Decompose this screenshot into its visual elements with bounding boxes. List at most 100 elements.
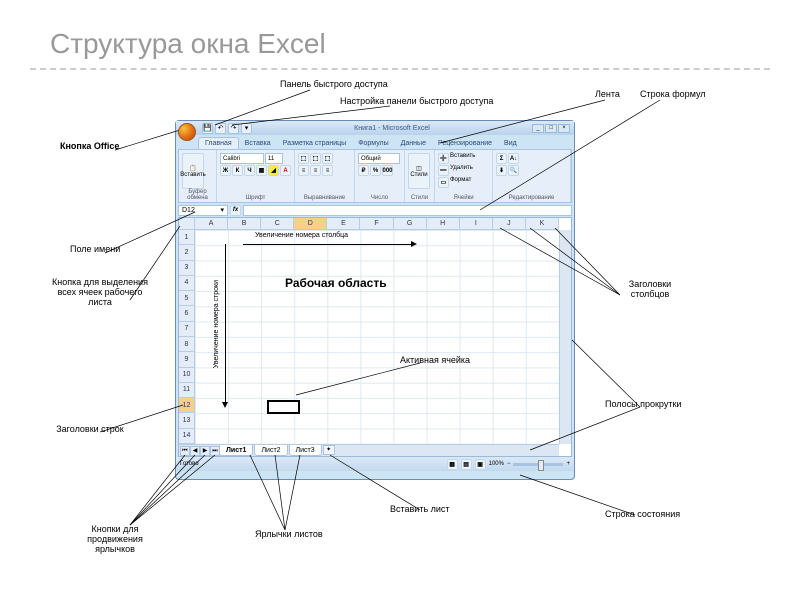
align-right[interactable]: ≡: [322, 165, 333, 176]
cells-area[interactable]: Рабочая область Увеличение номера столбц…: [195, 230, 559, 444]
col-increase-arrow: [243, 244, 413, 245]
formula-bar[interactable]: [243, 205, 572, 216]
view-break[interactable]: ▣: [475, 459, 486, 470]
titlebar: 💾 ↶ ↷ ▾ Книга1 - Microsoft Excel _ □ ×: [176, 121, 574, 135]
sheet-tab[interactable]: Лист2: [254, 445, 287, 456]
row-header[interactable]: 2: [179, 245, 195, 260]
styles-button[interactable]: ◫Стили: [408, 153, 430, 189]
tab-view[interactable]: Вид: [498, 138, 523, 149]
sort-button[interactable]: A↓: [508, 153, 519, 164]
zoom-controls: ▦ ▤ ▣ 100% − +: [447, 459, 570, 470]
col-header[interactable]: C: [261, 218, 294, 230]
col-header[interactable]: J: [493, 218, 526, 230]
zoom-in[interactable]: +: [566, 461, 570, 467]
nav-last[interactable]: ⏭: [210, 446, 220, 456]
col-header[interactable]: H: [427, 218, 460, 230]
fontsize-combo[interactable]: 11: [265, 153, 283, 164]
format-cell[interactable]: ▭: [438, 177, 449, 188]
insert-cell[interactable]: ➕: [438, 153, 449, 164]
col-header[interactable]: E: [327, 218, 360, 230]
view-layout[interactable]: ▤: [461, 459, 472, 470]
fill-button[interactable]: ◢: [268, 165, 279, 176]
undo-icon[interactable]: ↶: [215, 123, 226, 134]
paste-button[interactable]: 📋Вставить: [182, 153, 204, 189]
name-box[interactable]: D12▾: [178, 205, 228, 216]
close-button[interactable]: ×: [558, 124, 570, 133]
comma-button[interactable]: 000: [382, 165, 393, 176]
tab-home[interactable]: Главная: [198, 137, 239, 149]
tab-insert[interactable]: Вставка: [239, 138, 277, 149]
row-header[interactable]: 13: [179, 413, 195, 428]
group-label: Выравнивание: [295, 195, 354, 201]
callout-scroll: Полосы прокрутки: [605, 400, 681, 410]
align-center[interactable]: ≡: [310, 165, 321, 176]
nav-first[interactable]: ⏮: [180, 446, 190, 456]
sheet-nav-buttons: ⏮ ◀ ▶ ⏭: [180, 446, 220, 456]
sheet-tab[interactable]: Лист1: [219, 445, 253, 456]
tab-layout[interactable]: Разметка страницы: [277, 138, 353, 149]
zoom-out[interactable]: −: [507, 461, 511, 467]
sheet-tabs: Лист1 Лист2 Лист3 ✦: [219, 445, 335, 456]
sheet-tab[interactable]: Лист3: [289, 445, 322, 456]
format-combo[interactable]: Общий: [358, 153, 400, 164]
row-header[interactable]: 3: [179, 261, 195, 276]
col-header[interactable]: A: [195, 218, 228, 230]
delete-cell[interactable]: ➖: [438, 165, 449, 176]
callout-rowhdrs: Заголовки строк: [50, 425, 130, 435]
col-header[interactable]: G: [394, 218, 427, 230]
row-header[interactable]: 8: [179, 337, 195, 352]
percent-button[interactable]: %: [370, 165, 381, 176]
align-bot[interactable]: ⬚: [322, 153, 333, 164]
insert-sheet-button[interactable]: ✦: [323, 445, 335, 455]
vertical-scrollbar[interactable]: [559, 230, 571, 444]
font-combo[interactable]: Calibri: [220, 153, 264, 164]
row-header[interactable]: 11: [179, 383, 195, 398]
group-edit: ΣA↓ ⬇🔍 Редактирование: [493, 150, 571, 202]
row-header[interactable]: 10: [179, 368, 195, 383]
find-button[interactable]: 🔍: [508, 165, 519, 176]
col-header[interactable]: I: [460, 218, 493, 230]
underline-button[interactable]: Ч: [244, 165, 255, 176]
align-top[interactable]: ⬚: [298, 153, 309, 164]
row-header[interactable]: 4: [179, 276, 195, 291]
sum-button[interactable]: Σ: [496, 153, 507, 164]
zoom-slider[interactable]: [513, 463, 563, 466]
border-button[interactable]: ▦: [256, 165, 267, 176]
nav-prev[interactable]: ◀: [190, 446, 200, 456]
align-mid[interactable]: ⬚: [310, 153, 321, 164]
redo-icon[interactable]: ↷: [228, 123, 239, 134]
tab-formulas[interactable]: Формулы: [352, 138, 394, 149]
currency-button[interactable]: ₽: [358, 165, 369, 176]
row-header[interactable]: 12: [179, 398, 195, 413]
italic-button[interactable]: К: [232, 165, 243, 176]
row-header[interactable]: 5: [179, 291, 195, 306]
row-header[interactable]: 6: [179, 306, 195, 321]
col-header[interactable]: F: [360, 218, 393, 230]
maximize-button[interactable]: □: [545, 124, 557, 133]
slide-title: Структура окна Excel: [50, 28, 326, 60]
row-header[interactable]: 9: [179, 352, 195, 367]
group-clipboard: 📋Вставить Буфер обмена: [179, 150, 217, 202]
tab-review[interactable]: Рецензирование: [432, 138, 498, 149]
minimize-button[interactable]: _: [532, 124, 544, 133]
row-header[interactable]: 7: [179, 322, 195, 337]
select-all-button[interactable]: [179, 218, 195, 230]
fill-button2[interactable]: ⬇: [496, 165, 507, 176]
color-button[interactable]: A: [280, 165, 291, 176]
col-header[interactable]: K: [526, 218, 559, 230]
view-normal[interactable]: ▦: [447, 459, 458, 470]
col-header[interactable]: D: [294, 218, 327, 230]
bold-button[interactable]: Ж: [220, 165, 231, 176]
fx-button[interactable]: fx: [230, 205, 241, 216]
row-header[interactable]: 1: [179, 230, 195, 245]
tab-data[interactable]: Данные: [395, 138, 432, 149]
save-icon[interactable]: 💾: [202, 123, 213, 134]
row-header[interactable]: 14: [179, 429, 195, 444]
nav-next[interactable]: ▶: [200, 446, 210, 456]
office-button[interactable]: [178, 123, 196, 141]
col-header[interactable]: B: [228, 218, 261, 230]
align-left[interactable]: ≡: [298, 165, 309, 176]
active-cell[interactable]: [267, 400, 300, 414]
row-increase-arrow: [225, 244, 226, 404]
qat-customize-icon[interactable]: ▾: [241, 123, 252, 134]
